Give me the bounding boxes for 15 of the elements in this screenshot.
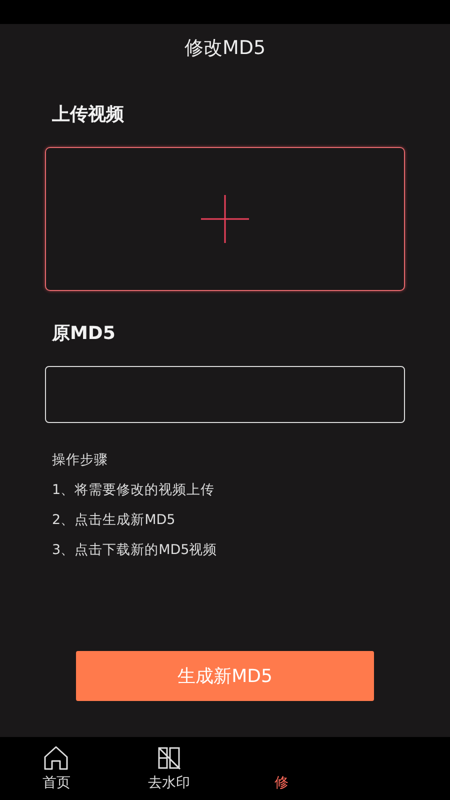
section-label: 上传视频 — [52, 103, 125, 126]
step-text: 1、将需要修改的视频上传 — [52, 481, 216, 500]
tab[interactable]: 首页 — [0, 737, 112, 800]
plus-icon — [201, 195, 249, 243]
upload-area[interactable] — [45, 147, 405, 291]
tab[interactable]: 修 — [225, 737, 338, 800]
step-text: 3、点击下载新的MD5视频 — [52, 541, 218, 560]
section-label: 原MD5 — [52, 322, 116, 345]
md5-field[interactable] — [45, 366, 405, 423]
page-title: 修改MD5 — [184, 36, 266, 61]
step-text: 2、点击生成新MD5 — [52, 511, 176, 530]
tab[interactable]: 去水印 — [112, 737, 225, 800]
steps-title: 操作步骤 — [52, 451, 109, 470]
crossed-frame-icon — [156, 746, 182, 770]
home-icon — [43, 746, 70, 770]
